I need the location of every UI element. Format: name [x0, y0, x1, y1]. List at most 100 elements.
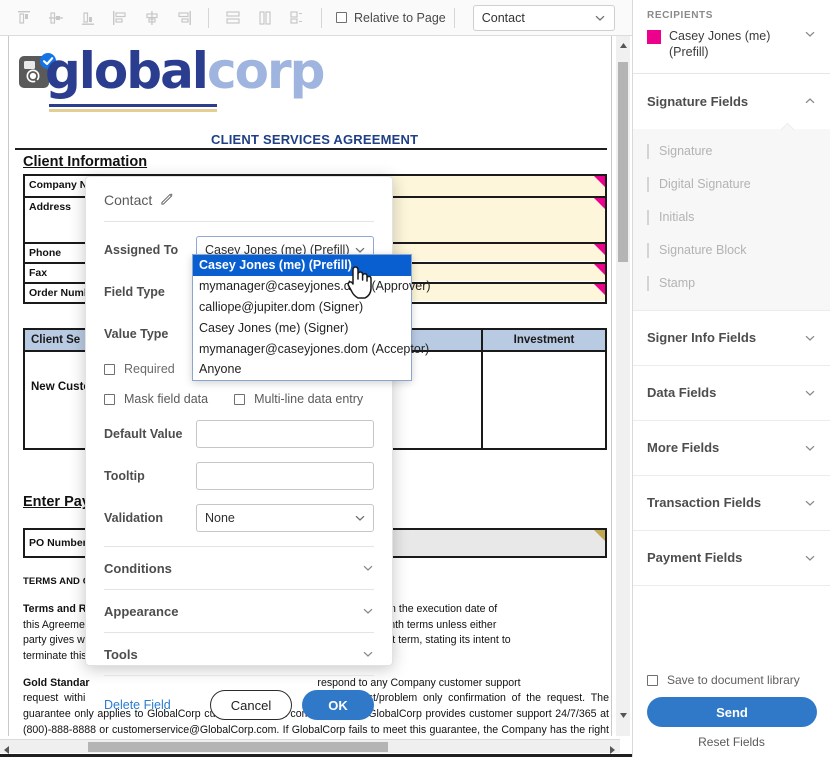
terms-p1-frag3: party gives wr: [23, 634, 89, 647]
field-item-label: Signature Block: [659, 243, 747, 257]
tooltip-input[interactable]: [196, 462, 374, 490]
fields-sidebar: RECIPIENTS Casey Jones (me) (Prefill) Si…: [632, 0, 830, 757]
field-corner-marker: [594, 176, 605, 187]
accordion-tools[interactable]: Tools: [86, 633, 392, 675]
dropdown-option[interactable]: calliope@jupiter.dom (Signer): [193, 297, 411, 318]
chevron-down-icon: [804, 497, 816, 509]
document-horizontal-scrollbar[interactable]: [0, 739, 620, 754]
recipient-selector[interactable]: Casey Jones (me) (Prefill): [647, 28, 816, 61]
tooltip-row: Tooltip: [86, 462, 392, 490]
field-corner-marker: [594, 530, 605, 541]
save-to-library-label: Save to document library: [667, 673, 800, 687]
dropdown-option[interactable]: Casey Jones (me) (Signer): [193, 318, 411, 339]
pencil-icon[interactable]: [160, 191, 175, 209]
relative-to-page-checkbox[interactable]: Relative to Page: [336, 11, 446, 25]
drag-handle-icon: [647, 275, 649, 291]
assigned-to-dropdown-list[interactable]: Casey Jones (me) (Prefill) mymanager@cas…: [192, 254, 431, 382]
validation-select[interactable]: None: [196, 504, 374, 532]
scroll-up-arrow-icon[interactable]: [616, 38, 630, 52]
field-type-select[interactable]: Contact: [472, 4, 615, 31]
dialog-title: Contact: [104, 192, 153, 208]
align-left-icon[interactable]: [104, 5, 136, 31]
align-right-icon[interactable]: [168, 5, 200, 31]
document-title: CLIENT SERVICES AGREEMENT: [211, 132, 419, 147]
chevron-down-icon: [804, 552, 816, 564]
sidebar-section-data-fields[interactable]: Data Fields: [633, 366, 830, 421]
align-middle-horizontal-icon[interactable]: [40, 5, 72, 31]
accordion-divider: [104, 675, 374, 676]
accordion-label: Appearance: [104, 603, 179, 619]
field-item-signature-block[interactable]: Signature Block: [633, 234, 830, 267]
recipient-name: Casey Jones (me) (Prefill): [669, 29, 771, 60]
align-center-vertical-icon[interactable]: [136, 5, 168, 31]
dropdown-option[interactable]: mymanager@caseyjones.dom (Acceptor): [193, 339, 429, 360]
application-window: Relative to Page Contact globalcorp CLIE…: [0, 0, 830, 757]
chevron-down-icon: [362, 648, 374, 660]
sidebar-section-label: Signer Info Fields: [647, 330, 757, 345]
accordion-appearance[interactable]: Appearance: [86, 590, 392, 632]
chevron-up-icon: [804, 95, 816, 107]
accordion-conditions[interactable]: Conditions: [86, 547, 392, 589]
align-top-icon[interactable]: [8, 5, 40, 31]
field-item-digital-signature[interactable]: Digital Signature: [633, 168, 830, 201]
sidebar-section-payment-fields[interactable]: Payment Fields: [633, 531, 830, 586]
recipient-color-swatch: [647, 30, 661, 44]
field-corner-marker: [594, 264, 605, 275]
sidebar-section-signer-info-fields[interactable]: Signer Info Fields: [633, 311, 830, 366]
terms-p1-mid: this Agreemen: [23, 618, 91, 631]
logo-text-secondary: corp: [206, 42, 325, 100]
drag-handle-icon: [647, 209, 649, 225]
chevron-down-icon[interactable]: [804, 28, 816, 40]
multi-line-checkbox[interactable]: Multi-line data entry: [234, 392, 363, 406]
dropdown-option[interactable]: Casey Jones (me) (Prefill): [193, 255, 411, 276]
scroll-down-arrow-icon[interactable]: [616, 708, 630, 722]
align-bottom-icon[interactable]: [72, 5, 104, 31]
recipients-section: RECIPIENTS Casey Jones (me) (Prefill): [633, 0, 830, 74]
save-to-library-checkbox[interactable]: Save to document library: [647, 673, 816, 687]
horizontal-scroll-thumb[interactable]: [88, 742, 388, 752]
column-header-investment: Investment: [513, 334, 575, 346]
drag-handle-icon: [647, 176, 649, 192]
mask-field-data-label: Mask field data: [124, 392, 209, 406]
distribute-vertical-icon[interactable]: [217, 5, 249, 31]
send-button[interactable]: Send: [647, 697, 817, 727]
field-item-initials[interactable]: Initials: [633, 201, 830, 234]
distribute-horizontal-icon[interactable]: [249, 5, 281, 31]
field-type-label: Field Type: [104, 285, 165, 299]
field-item-signature[interactable]: Signature: [633, 135, 830, 168]
match-size-icon[interactable]: [281, 5, 313, 31]
sidebar-section-transaction-fields[interactable]: Transaction Fields: [633, 476, 830, 531]
document-vertical-scrollbar[interactable]: [616, 36, 630, 736]
section-title-enter-payment: Enter Pay: [23, 494, 90, 510]
accordion-label: Tools: [104, 646, 138, 662]
toolbar-divider-2: [321, 7, 322, 28]
sidebar-section-signature-fields[interactable]: Signature Fields: [633, 74, 830, 129]
chevron-down-icon: [804, 387, 816, 399]
logo-text-primary: global: [45, 42, 209, 100]
delete-field-link[interactable]: Delete Field: [104, 698, 171, 712]
cancel-button[interactable]: Cancel: [210, 690, 292, 720]
globalcorp-logo: globalcorp: [15, 46, 435, 122]
logo-wordmark: globalcorp: [45, 46, 325, 96]
ok-button[interactable]: OK: [302, 690, 374, 720]
validation-value: None: [205, 511, 235, 525]
sidebar-section-more-fields[interactable]: More Fields: [633, 421, 830, 476]
field-item-label: Digital Signature: [659, 177, 751, 191]
checkbox-box: [336, 12, 347, 23]
field-item-stamp[interactable]: Stamp: [633, 267, 830, 300]
reset-fields-link[interactable]: Reset Fields: [647, 735, 816, 749]
list-notch: [781, 122, 795, 130]
field-corner-marker: [594, 244, 605, 255]
vertical-scroll-thumb[interactable]: [618, 62, 628, 262]
sidebar-section-label: More Fields: [647, 440, 720, 455]
mask-field-data-checkbox[interactable]: Mask field data: [104, 392, 208, 406]
chevron-down-icon: [804, 442, 816, 454]
terms-p2-frag2: request withi: [23, 692, 86, 705]
default-value-input[interactable]: [196, 420, 374, 448]
dropdown-option[interactable]: mymanager@caseyjones.dom (Approver): [193, 276, 431, 297]
toolbar-divider-3: [453, 7, 455, 28]
field-item-label: Stamp: [659, 276, 696, 290]
services-row-investment-cell: [483, 352, 605, 448]
dropdown-option[interactable]: Anyone: [193, 359, 411, 380]
logo-rule-gold: [49, 109, 217, 112]
